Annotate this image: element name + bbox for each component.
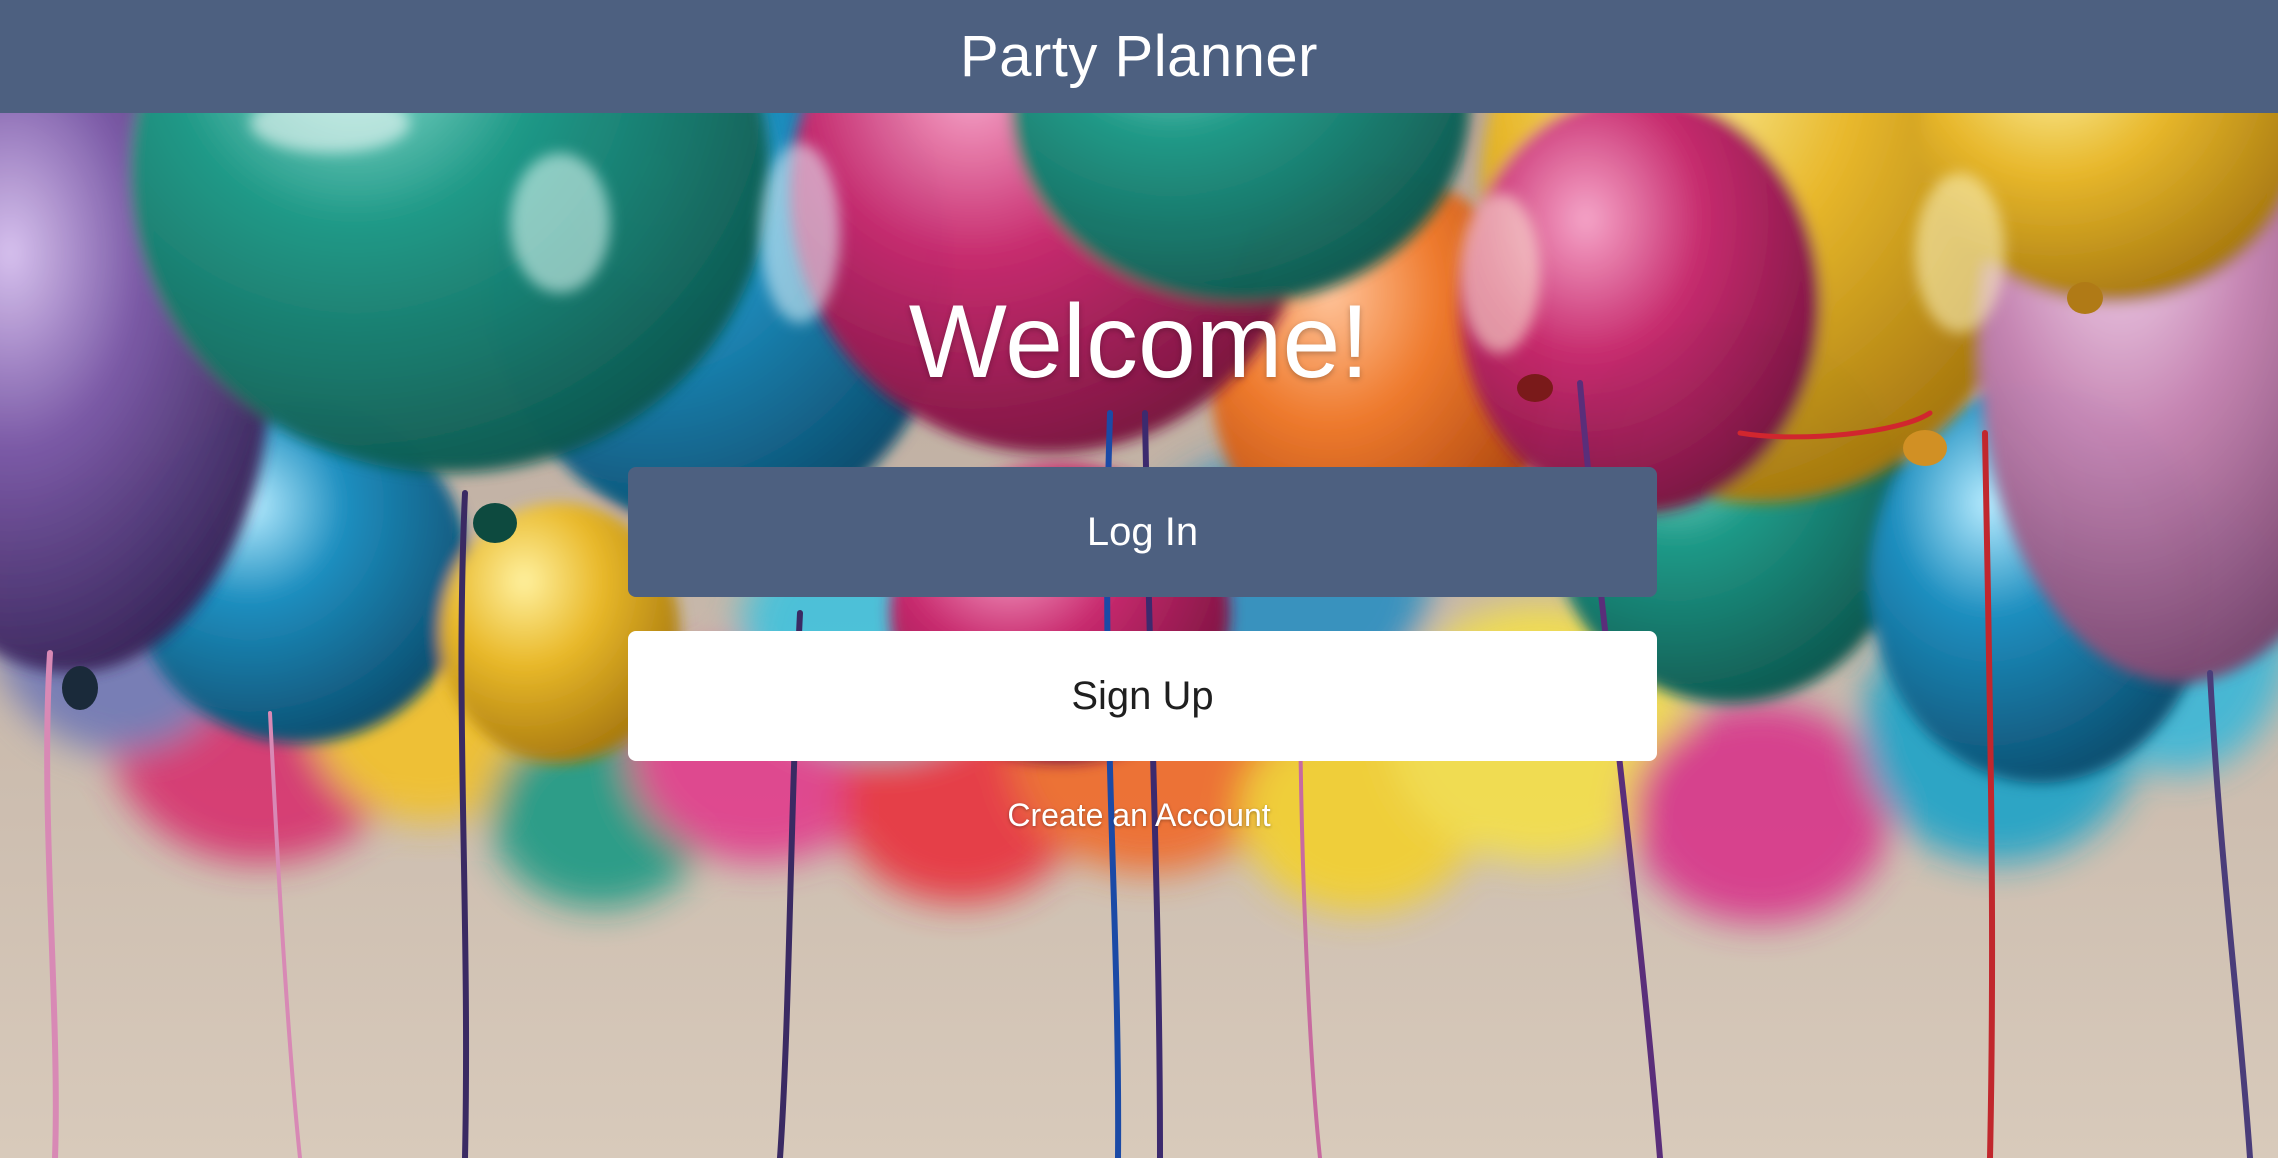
app-window: Party Planner Welcome! Log In Sign Up Cr… bbox=[0, 0, 2278, 1158]
welcome-heading: Welcome! bbox=[908, 284, 1370, 400]
welcome-panel: Welcome! Log In Sign Up Create an Accoun… bbox=[0, 113, 2278, 1158]
signup-button[interactable]: Sign Up bbox=[628, 631, 1657, 761]
app-title: Party Planner bbox=[960, 24, 1318, 89]
login-button[interactable]: Log In bbox=[628, 467, 1657, 597]
create-account-link[interactable]: Create an Account bbox=[0, 797, 2278, 834]
top-app-bar: Party Planner bbox=[0, 0, 2278, 113]
